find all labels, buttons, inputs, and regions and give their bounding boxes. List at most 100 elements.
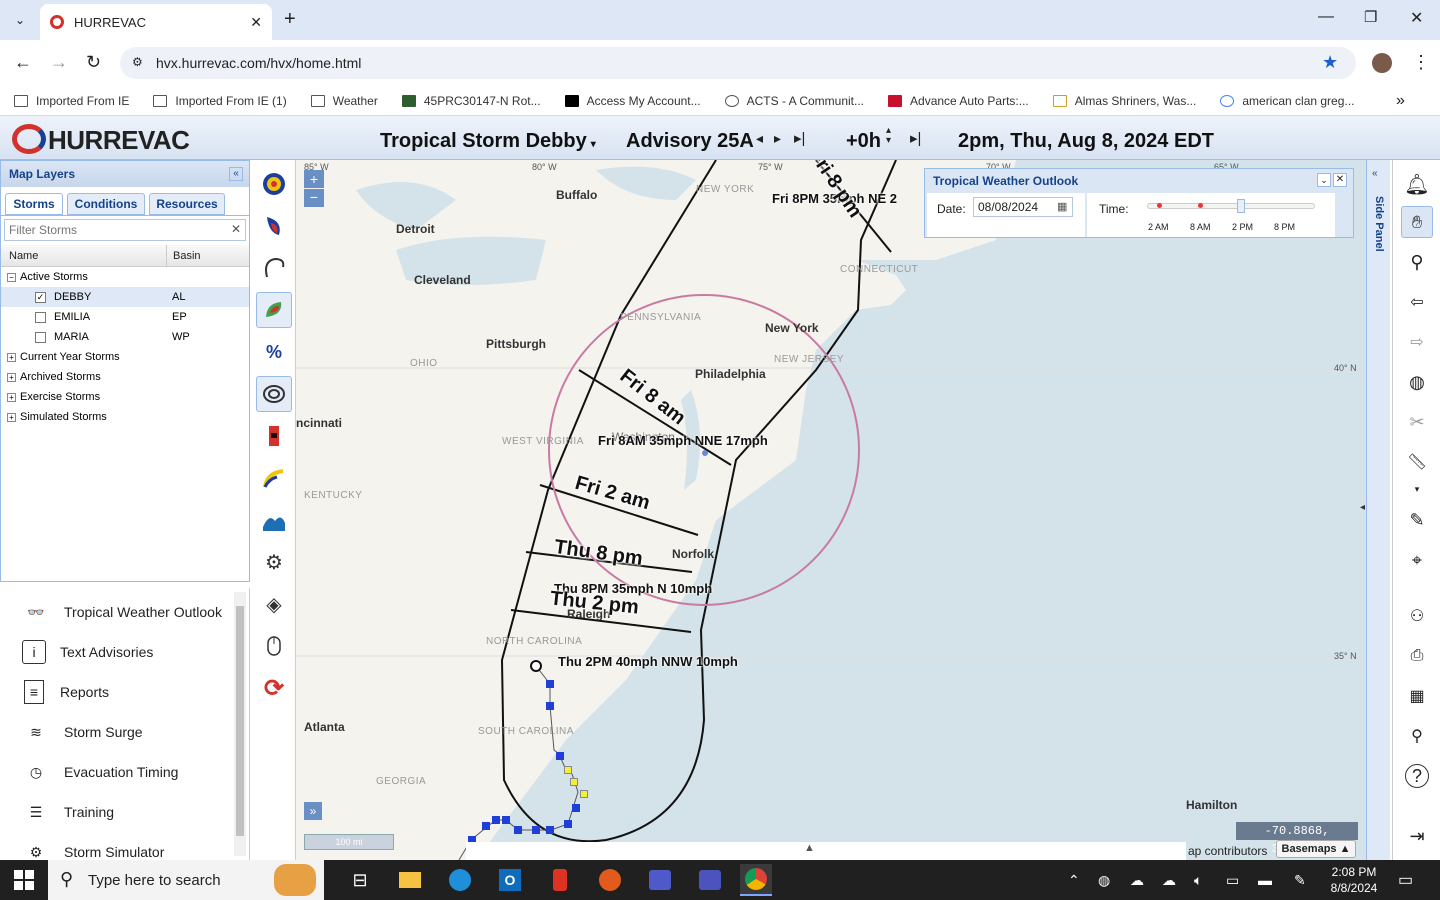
teams-work-icon[interactable] — [694, 864, 726, 896]
firefox-icon[interactable] — [594, 864, 626, 896]
tab-resources[interactable]: Resources — [149, 193, 225, 215]
wind-field-icon[interactable] — [256, 376, 292, 412]
more-bookmarks-icon[interactable]: » — [1396, 92, 1405, 110]
collapse-right-icon[interactable]: ◂ — [1360, 502, 1365, 513]
url-field[interactable]: ⚙ hvx.hurrevac.com/hvx/home.html ★ — [120, 47, 1356, 79]
expand-icon[interactable]: + — [7, 392, 16, 402]
minimize-icon[interactable]: — — [1318, 8, 1334, 26]
collapse-panel-icon[interactable]: « — [229, 167, 243, 181]
volume-icon[interactable]: 🔈︎ — [1194, 872, 1202, 889]
tab-conditions[interactable]: Conditions — [67, 193, 145, 215]
track-point[interactable] — [580, 790, 588, 798]
mouse-icon[interactable] — [256, 628, 292, 664]
bookmark-folder[interactable]: Imported From IE (1) — [153, 94, 287, 108]
tree-group[interactable]: + Current Year Storms — [7, 347, 120, 367]
track-point[interactable] — [546, 702, 554, 710]
refresh-icon[interactable]: ⟳ — [256, 670, 292, 706]
bookmark-folder[interactable]: Imported From IE — [14, 94, 129, 108]
offset-forward-icon[interactable]: ▸| — [910, 129, 921, 147]
forward-arrow-icon[interactable]: ⇨ — [1401, 326, 1433, 358]
track-point[interactable] — [546, 680, 554, 688]
network-icon[interactable]: ▭ — [1226, 872, 1239, 889]
filter-storms-input[interactable] — [4, 219, 246, 241]
file-explorer-icon[interactable] — [394, 864, 426, 896]
clock[interactable]: 2:08 PM 8/8/2024 — [1326, 864, 1382, 896]
windows-start-icon[interactable] — [14, 870, 34, 890]
scroll-thumb[interactable] — [236, 606, 244, 836]
bookmark-link[interactable]: 45PRC30147-N Rot... — [401, 94, 541, 108]
bookmark-link[interactable]: Advance Auto Parts:... — [888, 94, 1029, 108]
task-view-icon[interactable]: ⊟ — [344, 864, 376, 896]
layers-icon[interactable]: ◈ — [256, 586, 292, 622]
track-point[interactable] — [546, 826, 554, 834]
site-info-icon[interactable]: ⚙ — [132, 55, 143, 69]
checkbox-checked-icon[interactable]: ✓ — [35, 291, 46, 303]
bookmark-link[interactable]: american clan greg... — [1220, 94, 1354, 108]
back-icon[interactable]: ← — [14, 52, 32, 73]
chrome-icon[interactable] — [740, 864, 772, 896]
clear-filter-icon[interactable]: ✕ — [231, 222, 241, 236]
user-settings-icon[interactable]: ⚇ — [1401, 600, 1433, 632]
storm-row[interactable]: ✓ DEBBY AL — [1, 287, 249, 307]
menu-text-advisories[interactable]: i Text Advisories — [22, 632, 153, 672]
arrival-time-icon[interactable] — [256, 460, 292, 496]
help-icon[interactable]: ? — [1401, 760, 1433, 792]
tree-group[interactable]: + Exercise Storms — [7, 387, 100, 407]
forward-icon[interactable]: → — [50, 52, 68, 73]
storm-row[interactable]: MARIA WP — [1, 327, 249, 347]
pan-hand-icon[interactable]: ✋︎ — [1401, 206, 1433, 238]
time-slider[interactable] — [1147, 203, 1315, 209]
location-pin-icon[interactable]: ⌖ — [1401, 544, 1433, 576]
menu-tropical-outlook[interactable]: 👓 Tropical Weather Outlook — [22, 592, 222, 632]
expand-icon[interactable]: + — [7, 352, 16, 362]
browser-tab[interactable]: HURREVAC ✕ — [40, 4, 272, 40]
advisory-prev-icon[interactable]: ◂ — [756, 130, 763, 147]
close-window-icon[interactable]: ✕ — [1410, 8, 1423, 28]
cone-icon[interactable] — [256, 250, 292, 286]
new-tab-icon[interactable]: + — [284, 8, 296, 31]
tray-expand-icon[interactable]: ⌃ — [1068, 872, 1080, 889]
checkbox-icon[interactable] — [35, 311, 46, 323]
calendar-icon[interactable]: ▦ — [1057, 200, 1067, 213]
drawer-toggle-icon[interactable]: ▲ — [804, 842, 815, 854]
bookmark-folder[interactable]: Weather — [310, 94, 378, 108]
browser-menu-icon[interactable]: ⋮ — [1412, 52, 1430, 73]
checkbox-icon[interactable] — [35, 331, 46, 343]
tree-group[interactable]: + Archived Storms — [7, 367, 101, 387]
track-point[interactable] — [564, 820, 572, 828]
onedrive-icon[interactable]: ☁ — [1130, 872, 1144, 889]
flag-icon[interactable] — [256, 418, 292, 454]
basemaps-button[interactable]: Basemaps ▲ — [1276, 840, 1356, 858]
forecast-label[interactable]: Thu 2PM 40mph NNW 10mph — [558, 654, 738, 669]
tab-search-icon[interactable]: ⌄ — [10, 10, 30, 30]
scissors-icon[interactable]: ✂ — [1401, 406, 1433, 438]
globe-icon[interactable]: ◍ — [1401, 366, 1433, 398]
map-pin-icon[interactable]: ⚲ — [1401, 720, 1433, 752]
menu-reports[interactable]: ≡ Reports — [22, 672, 109, 712]
expand-overview-icon[interactable]: » — [304, 802, 322, 820]
collapse-icon[interactable]: − — [7, 272, 16, 282]
bookmark-link[interactable]: ACTS - A Communit... — [724, 94, 864, 108]
menu-training[interactable]: ☰ Training — [22, 792, 114, 832]
slider-thumb[interactable] — [1237, 199, 1245, 213]
tab-storms[interactable]: Storms — [5, 193, 63, 215]
track-point[interactable] — [570, 778, 578, 786]
track-point[interactable] — [564, 766, 572, 774]
zoom-out-button[interactable]: − — [304, 189, 324, 207]
bell-icon[interactable]: 🔔︎ — [1401, 168, 1433, 200]
pen-icon[interactable]: ✎ — [1294, 872, 1306, 889]
storm-track-icon[interactable] — [256, 166, 292, 202]
security-app-icon[interactable] — [544, 864, 576, 896]
profile-avatar[interactable] — [1372, 53, 1392, 73]
restore-icon[interactable]: ❐ — [1364, 8, 1377, 26]
outlook-icon[interactable]: O — [494, 864, 526, 896]
zoom-search-icon[interactable]: ⚲ — [1401, 246, 1433, 278]
track-point[interactable] — [572, 804, 580, 812]
close-tab-icon[interactable]: ✕ — [250, 14, 262, 31]
tree-active-storms[interactable]: − Active Storms — [7, 267, 88, 287]
expand-icon[interactable]: + — [7, 412, 16, 422]
outlook-collapse-icon[interactable]: ⌄ — [1317, 173, 1331, 187]
track-point[interactable] — [514, 826, 522, 834]
ruler-icon[interactable]: 📏︎ — [1401, 446, 1433, 478]
percent-icon[interactable]: % — [256, 334, 292, 370]
